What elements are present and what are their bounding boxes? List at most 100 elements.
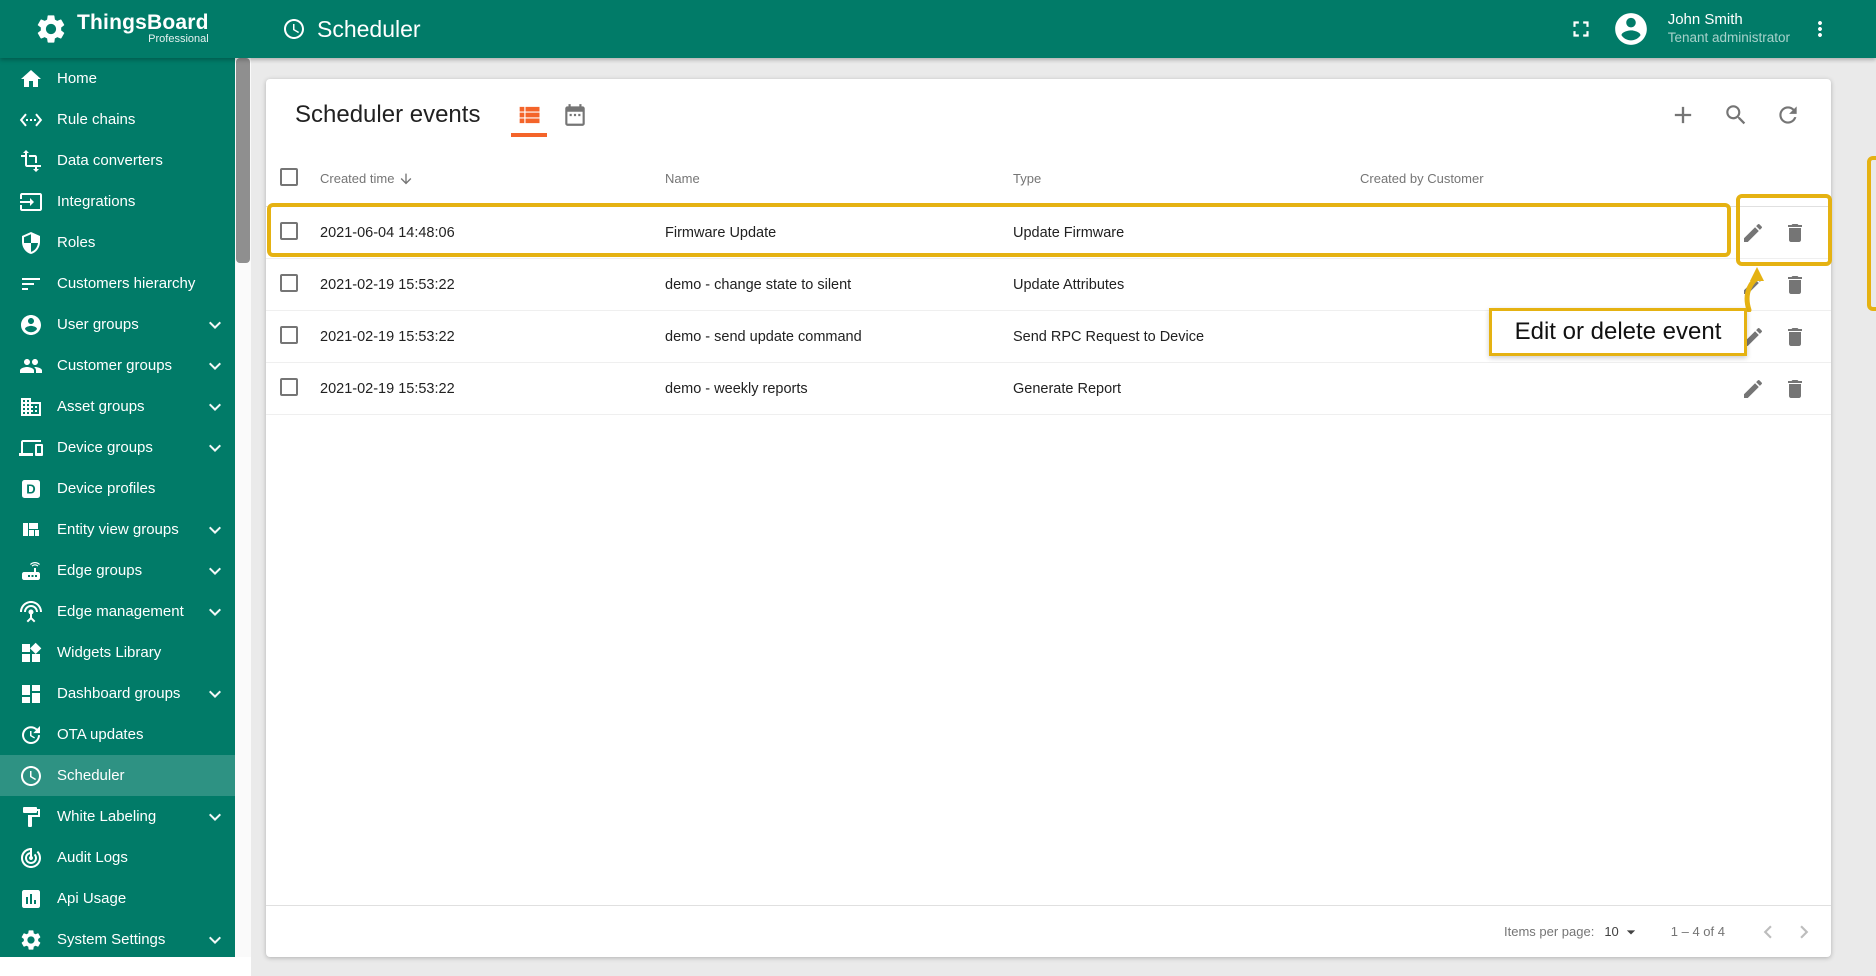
sidebar-item-data-converters[interactable]: Data converters	[0, 140, 235, 181]
sidebar-item-device-groups[interactable]: Device groups	[0, 427, 235, 468]
customers-hierarchy-icon	[19, 272, 43, 296]
roles-icon	[19, 231, 43, 255]
device-profiles-icon: D	[19, 477, 43, 501]
sidebar-item-edge-groups[interactable]: Edge groups	[0, 550, 235, 591]
chevron-down-icon	[203, 313, 227, 337]
row-checkbox[interactable]	[280, 273, 298, 292]
chevron-down-icon	[203, 928, 227, 952]
white-labeling-icon	[19, 805, 43, 829]
delete-event-button[interactable]	[1783, 377, 1807, 401]
avatar[interactable]	[1612, 10, 1650, 48]
chevron-down-icon	[203, 682, 227, 706]
ota-updates-icon	[19, 723, 43, 747]
list-view-toggle[interactable]	[506, 79, 552, 151]
dropdown-arrow-icon	[1621, 922, 1641, 942]
edit-event-button[interactable]	[1741, 221, 1765, 245]
scheduler-title-icon	[282, 17, 306, 41]
sidebar-item-device-profiles[interactable]: D Device profiles	[0, 468, 235, 509]
table-row[interactable]: 2021-02-19 15:53:22 demo - weekly reports…	[266, 363, 1831, 415]
sidebar-nav: Home Rule chains Data converters Integratio…	[0, 58, 235, 957]
edge-groups-icon	[19, 559, 43, 583]
brand-logo[interactable]: ThingsBoard Professional	[0, 12, 251, 46]
table-header: Created time Name Type Created by Custom…	[266, 151, 1831, 207]
sidebar-item-roles[interactable]: Roles	[0, 222, 235, 263]
edit-event-button[interactable]	[1741, 377, 1765, 401]
table-row[interactable]: 2021-02-19 15:53:22 demo - change state t…	[266, 259, 1831, 311]
topbar-actions: John Smith Tenant administrator	[1568, 10, 1876, 48]
sidebar-item-white-labeling[interactable]: White Labeling	[0, 796, 235, 837]
delete-event-button[interactable]	[1783, 273, 1807, 297]
sidebar-item-label: OTA updates	[57, 726, 144, 743]
sidebar-item-customers-hierarchy[interactable]: Customers hierarchy	[0, 263, 235, 304]
sidebar-item-ota-updates[interactable]: OTA updates	[0, 714, 235, 755]
top-app-bar: ThingsBoard Professional Scheduler John …	[0, 0, 1876, 58]
refresh-button[interactable]	[1775, 102, 1801, 128]
sidebar-item-entity-view-groups[interactable]: Entity view groups	[0, 509, 235, 550]
column-label: Created time	[320, 171, 395, 186]
select-all-checkbox[interactable]	[280, 168, 298, 186]
chevron-down-icon	[203, 559, 227, 583]
table-body: 2021-06-04 14:48:06 Firmware Update Update…	[266, 207, 1831, 905]
sidebar-item-widgets-library[interactable]: Widgets Library	[0, 632, 235, 673]
delete-event-button[interactable]	[1783, 325, 1807, 349]
sidebar-item-label: Entity view groups	[57, 521, 179, 538]
more-menu-icon[interactable]	[1808, 17, 1832, 41]
delete-event-button[interactable]	[1783, 221, 1807, 245]
search-button[interactable]	[1723, 102, 1749, 128]
sidebar-item-edge-management[interactable]: Edge management	[0, 591, 235, 632]
brand-subtitle: Professional	[148, 33, 209, 46]
calendar-view-icon	[562, 102, 588, 128]
sidebar-item-label: White Labeling	[57, 808, 157, 825]
sidebar-item-label: Data converters	[57, 152, 163, 169]
sidebar-item-customer-groups[interactable]: Customer groups	[0, 345, 235, 386]
svg-text:D: D	[26, 481, 35, 496]
edit-event-button[interactable]	[1741, 325, 1765, 349]
calendar-view-toggle[interactable]	[552, 79, 598, 151]
row-checkbox[interactable]	[280, 325, 298, 344]
user-role: Tenant administrator	[1667, 29, 1790, 45]
sidebar-item-label: Rule chains	[57, 111, 136, 128]
sidebar-item-audit-logs[interactable]: Audit Logs	[0, 837, 235, 878]
scheduler-events-card: Scheduler events Created time Name Type …	[266, 79, 1831, 957]
next-page-button[interactable]	[1791, 919, 1817, 945]
sidebar-item-dashboard-groups[interactable]: Dashboard groups	[0, 673, 235, 714]
cell-type: Update Attributes	[1013, 276, 1125, 293]
sidebar-item-label: Home	[57, 70, 98, 87]
table-row[interactable]: 2021-02-19 15:53:22 demo - send update co…	[266, 311, 1831, 363]
sidebar-item-rule-chains[interactable]: Rule chains	[0, 99, 235, 140]
sidebar-item-user-groups[interactable]: User groups	[0, 304, 235, 345]
sidebar-item-label: Api Usage	[57, 890, 127, 907]
home-icon	[19, 67, 43, 91]
card-title: Scheduler events	[295, 101, 481, 128]
dashboard-groups-icon	[19, 682, 43, 706]
scrollbar-thumb[interactable]	[236, 58, 250, 263]
chevron-down-icon	[203, 600, 227, 624]
chevron-down-icon	[203, 354, 227, 378]
user-info[interactable]: John Smith Tenant administrator	[1668, 11, 1790, 47]
sidebar-item-system-settings[interactable]: System Settings	[0, 919, 235, 957]
sidebar-item-label: System Settings	[57, 931, 166, 948]
table-row[interactable]: 2021-06-04 14:48:06 Firmware Update Update…	[266, 207, 1831, 259]
sidebar-item-label: User groups	[57, 316, 139, 333]
row-checkbox[interactable]	[280, 221, 298, 240]
edit-event-button[interactable]	[1741, 273, 1765, 297]
device-groups-icon	[19, 436, 43, 460]
fullscreen-icon[interactable]	[1568, 16, 1594, 42]
sidebar-scrollbar[interactable]	[235, 58, 251, 957]
sidebar-item-integrations[interactable]: Integrations	[0, 181, 235, 222]
add-event-button[interactable]	[1669, 101, 1697, 129]
column-created-time[interactable]: Created time	[320, 171, 665, 187]
cell-created-time: 2021-02-19 15:53:22	[320, 276, 455, 293]
prev-page-button[interactable]	[1755, 919, 1781, 945]
column-created-by-customer[interactable]: Created by Customer	[1360, 171, 1697, 186]
sidebar-item-home[interactable]: Home	[0, 58, 235, 99]
column-name[interactable]: Name	[665, 171, 1013, 186]
row-checkbox[interactable]	[280, 377, 298, 396]
sidebar-item-asset-groups[interactable]: Asset groups	[0, 386, 235, 427]
sidebar-item-scheduler[interactable]: Scheduler	[0, 755, 235, 796]
items-per-page-label: Items per page:	[1503, 924, 1595, 939]
card-header: Scheduler events	[266, 79, 1831, 151]
sidebar-item-api-usage[interactable]: Api Usage	[0, 878, 235, 919]
column-type[interactable]: Type	[1013, 171, 1360, 186]
items-per-page-select[interactable]: 10	[1604, 922, 1640, 942]
